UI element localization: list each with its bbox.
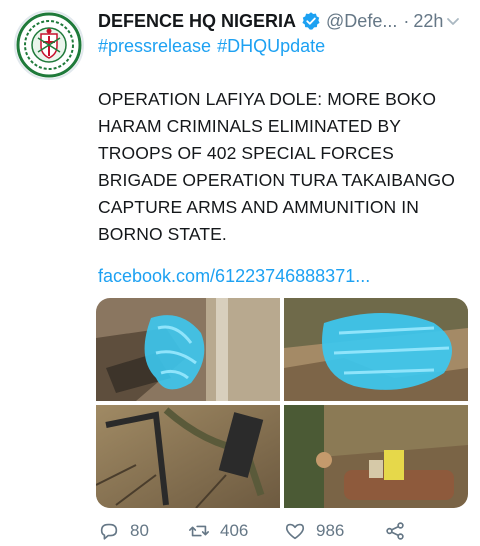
retweet-icon xyxy=(189,525,209,537)
reply-count: 80 xyxy=(130,521,149,540)
verified-badge-icon xyxy=(302,12,320,30)
display-name[interactable]: DEFENCE HQ NIGERIA xyxy=(98,11,296,32)
user-handle[interactable]: @Defe... xyxy=(326,11,397,32)
hashtags: #pressrelease #DHQUpdate xyxy=(98,36,331,57)
reply-button[interactable]: 80 xyxy=(98,520,188,542)
action-bar: 80 406 986 xyxy=(98,518,470,544)
share-button[interactable] xyxy=(384,520,406,542)
tweet-menu-button[interactable] xyxy=(442,10,464,32)
tweet-text: OPERATION LAFIYA DOLE: MORE BOKO HARAM C… xyxy=(98,89,455,244)
photo-content xyxy=(284,298,468,401)
media-photo-4[interactable] xyxy=(284,405,468,508)
media-photo-3[interactable] xyxy=(96,405,280,508)
separator-dot: · xyxy=(403,10,410,31)
retweet-button[interactable]: 406 xyxy=(188,520,284,542)
defence-hq-crest-icon xyxy=(16,12,82,78)
hashtag-link[interactable]: #DHQUpdate xyxy=(217,36,325,56)
chevron-down-icon xyxy=(447,18,459,25)
like-button[interactable]: 986 xyxy=(284,520,384,542)
heart-icon xyxy=(285,523,305,540)
share-icon xyxy=(386,522,404,540)
media-photo-1[interactable] xyxy=(96,298,280,401)
tweet-card[interactable]: DEFENCE HQ NIGERIA @Defe... · 22h #press… xyxy=(0,0,480,546)
external-link[interactable]: facebook.com/61223746888371... xyxy=(98,266,370,287)
hashtag-link[interactable]: #pressrelease xyxy=(98,36,211,56)
avatar[interactable] xyxy=(14,10,84,80)
timestamp[interactable]: 22h xyxy=(413,11,443,32)
photo-content xyxy=(96,405,280,508)
photo-content xyxy=(96,298,280,401)
photo-content xyxy=(284,405,468,508)
like-count: 986 xyxy=(316,521,345,540)
retweet-count: 406 xyxy=(220,521,249,540)
reply-icon xyxy=(100,523,118,540)
media-grid[interactable] xyxy=(96,298,468,508)
tweet-header: DEFENCE HQ NIGERIA @Defe... · 22h xyxy=(98,8,470,34)
media-photo-2[interactable] xyxy=(284,298,468,401)
